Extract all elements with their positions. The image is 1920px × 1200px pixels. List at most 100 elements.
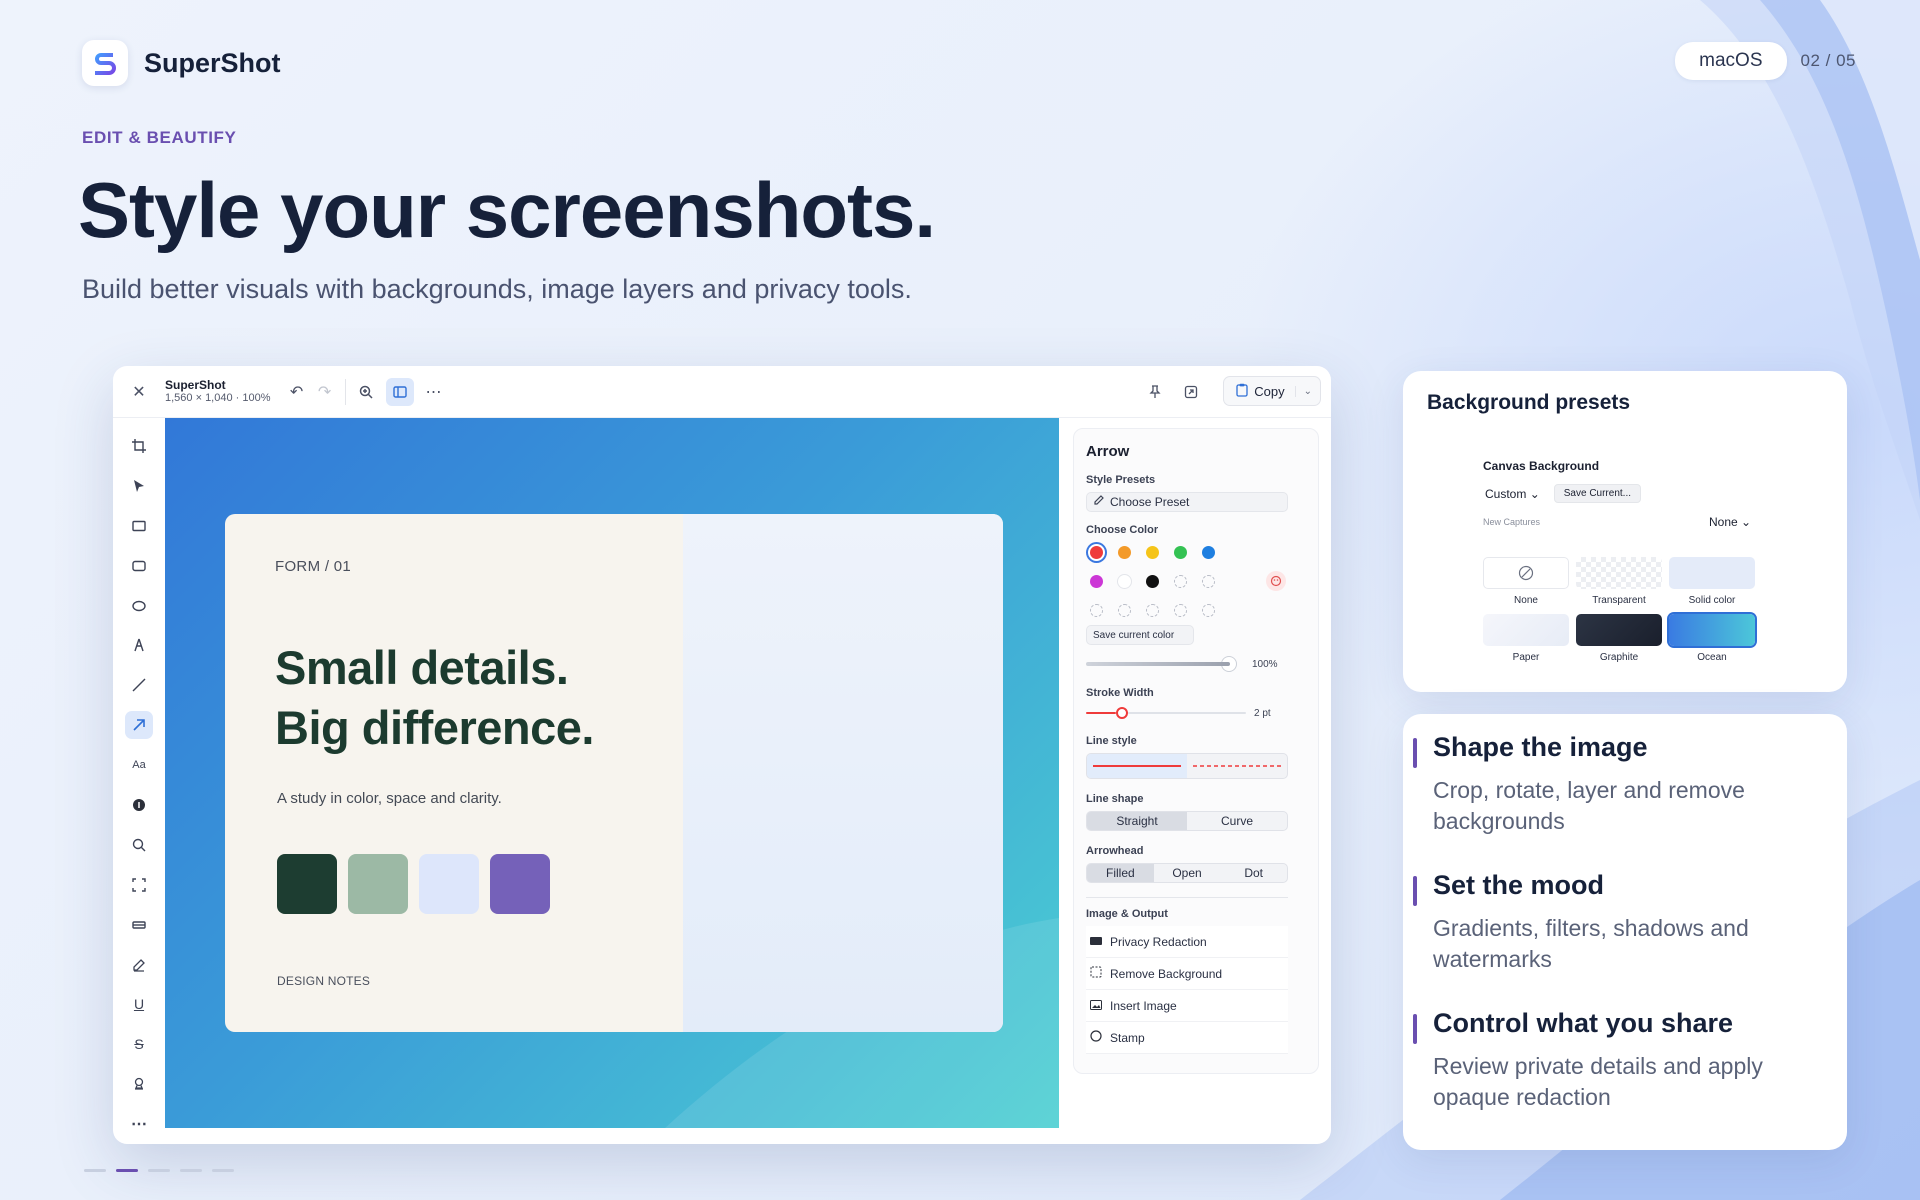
share-icon[interactable]: [1177, 378, 1205, 406]
arrowhead-open[interactable]: Open: [1154, 864, 1221, 882]
insert-image-item[interactable]: Insert Image: [1086, 990, 1288, 1022]
remove-background-item[interactable]: Remove Background: [1086, 958, 1288, 990]
more-tools-icon[interactable]: ⋯: [125, 1110, 153, 1138]
counter-tool-icon[interactable]: [125, 791, 153, 819]
pen-tool-icon[interactable]: [125, 631, 153, 659]
chevron-down-icon[interactable]: ⌄: [1294, 385, 1312, 397]
choose-preset-button[interactable]: Choose Preset: [1086, 492, 1288, 512]
supershot-logo-icon: [82, 40, 128, 86]
mockup-card: FORM / 01 Small details. Big difference.…: [225, 514, 1003, 1032]
line-shape-selector: Straight Curve: [1086, 811, 1288, 831]
preset-graphite[interactable]: [1576, 614, 1662, 646]
remove-background-label: Remove Background: [1110, 966, 1223, 981]
new-captures-value: None: [1709, 515, 1738, 529]
palette-color[interactable]: [1146, 546, 1159, 559]
palette-color[interactable]: [1090, 546, 1103, 559]
palette-empty-slot[interactable]: [1202, 575, 1215, 588]
arrow-tool-icon[interactable]: [125, 711, 153, 740]
mockup-card-subtitle: A study in color, space and clarity.: [277, 790, 502, 807]
page-dot-1[interactable]: [84, 1169, 106, 1172]
color-swatch: [348, 854, 408, 914]
strikethrough-tool-icon[interactable]: S: [125, 1030, 153, 1058]
highlighter-tool-icon[interactable]: [125, 951, 153, 979]
stamp-label: Stamp: [1110, 1030, 1145, 1045]
palette-empty-slot[interactable]: [1202, 604, 1215, 617]
palette-color[interactable]: [1174, 546, 1187, 559]
color-picker-icon[interactable]: [1266, 571, 1286, 591]
rectangle-tool-icon[interactable]: [125, 512, 153, 540]
magnifier-tool-icon[interactable]: [125, 831, 153, 859]
opacity-slider[interactable]: 100%: [1086, 657, 1306, 671]
preset-ocean[interactable]: [1669, 614, 1755, 646]
page-dot-3[interactable]: [148, 1169, 170, 1172]
feature-accent-bar: [1413, 1014, 1417, 1044]
palette-empty-slot[interactable]: [1118, 604, 1131, 617]
tool-sidebar: Aa U S ⋯: [113, 418, 165, 1144]
palette-color[interactable]: [1118, 546, 1131, 559]
copy-button[interactable]: Copy ⌄: [1223, 376, 1321, 406]
toolbar-divider: [344, 378, 346, 405]
preset-none-label: None: [1514, 595, 1538, 606]
page-dot-2[interactable]: [116, 1169, 138, 1172]
crop-tool-icon[interactable]: [125, 432, 153, 460]
more-options-icon[interactable]: ⋯: [420, 378, 448, 406]
privacy-redaction-item[interactable]: Privacy Redaction: [1086, 926, 1288, 958]
line-shape-curve[interactable]: Curve: [1187, 812, 1287, 830]
clipboard-icon: [1236, 383, 1248, 400]
preset-paper[interactable]: [1483, 614, 1569, 646]
none-icon: [1518, 565, 1534, 581]
stroke-width-thumb[interactable]: [1116, 707, 1128, 719]
page-dot-4[interactable]: [180, 1169, 202, 1172]
app-window: ✕ SuperShot 1,560 × 1,040 · 100% ↶ ↷ ⋯ C…: [113, 366, 1331, 1144]
palette-color[interactable]: [1118, 575, 1131, 588]
preset-solid-color[interactable]: [1669, 557, 1755, 589]
preset-transparent[interactable]: [1576, 557, 1662, 589]
palette-empty-slot[interactable]: [1174, 604, 1187, 617]
chevron-down-icon: ⌄: [1529, 486, 1540, 501]
sidebar-toggle-icon[interactable]: [385, 377, 414, 406]
new-captures-dropdown[interactable]: None ⌄: [1709, 515, 1751, 529]
stamp-item[interactable]: Stamp: [1086, 1022, 1288, 1054]
color-swatch: [419, 854, 479, 914]
color-swatch: [490, 854, 550, 914]
palette-color[interactable]: [1202, 546, 1215, 559]
line-shape-straight[interactable]: Straight: [1087, 812, 1187, 830]
redo-icon[interactable]: ↷: [311, 378, 339, 406]
focus-tool-icon[interactable]: [125, 871, 153, 899]
redact-tool-icon[interactable]: [125, 911, 153, 939]
preset-none[interactable]: [1483, 557, 1569, 589]
page-dot-5[interactable]: [212, 1169, 234, 1172]
palette-color[interactable]: [1146, 575, 1159, 588]
stamp-tool-icon[interactable]: [125, 1070, 153, 1098]
palette-empty-slot[interactable]: [1090, 604, 1103, 617]
line-tool-icon[interactable]: [125, 671, 153, 699]
filled-rectangle-tool-icon[interactable]: [125, 552, 153, 580]
pin-icon[interactable]: [1141, 378, 1169, 406]
save-color-button[interactable]: Save current color: [1086, 625, 1194, 645]
palette-color[interactable]: [1090, 575, 1103, 588]
preset-solid-color-label: Solid color: [1688, 595, 1736, 606]
chevron-down-icon: ⌄: [1741, 515, 1752, 529]
save-current-button[interactable]: Save Current...: [1553, 484, 1642, 503]
zoom-in-icon[interactable]: [352, 378, 380, 406]
line-style-solid[interactable]: [1087, 754, 1187, 778]
underline-tool-icon[interactable]: U: [125, 990, 153, 1018]
text-tool-icon[interactable]: Aa: [125, 751, 153, 779]
line-style-dashed[interactable]: [1187, 754, 1287, 778]
save-color-label: Save current color: [1093, 629, 1175, 641]
undo-icon[interactable]: ↶: [283, 378, 311, 406]
close-icon[interactable]: ✕: [125, 378, 153, 406]
stroke-track-fill: [1086, 712, 1116, 714]
editor-canvas[interactable]: FORM / 01 Small details. Big difference.…: [165, 418, 1059, 1128]
feature-set-mood: Set the mood Gradients, filters, shadows…: [1413, 870, 1813, 974]
insert-image-label: Insert Image: [1110, 998, 1177, 1013]
stroke-width-slider[interactable]: 2 pt: [1086, 707, 1306, 719]
mockup-title-line1: Small details.: [275, 641, 569, 694]
select-tool-icon[interactable]: [125, 472, 153, 500]
palette-empty-slot[interactable]: [1146, 604, 1159, 617]
ellipse-tool-icon[interactable]: [125, 592, 153, 620]
arrowhead-filled[interactable]: Filled: [1087, 864, 1154, 882]
palette-empty-slot[interactable]: [1174, 575, 1187, 588]
arrowhead-dot[interactable]: Dot: [1220, 864, 1287, 882]
custom-dropdown[interactable]: Custom ⌄: [1485, 487, 1540, 501]
